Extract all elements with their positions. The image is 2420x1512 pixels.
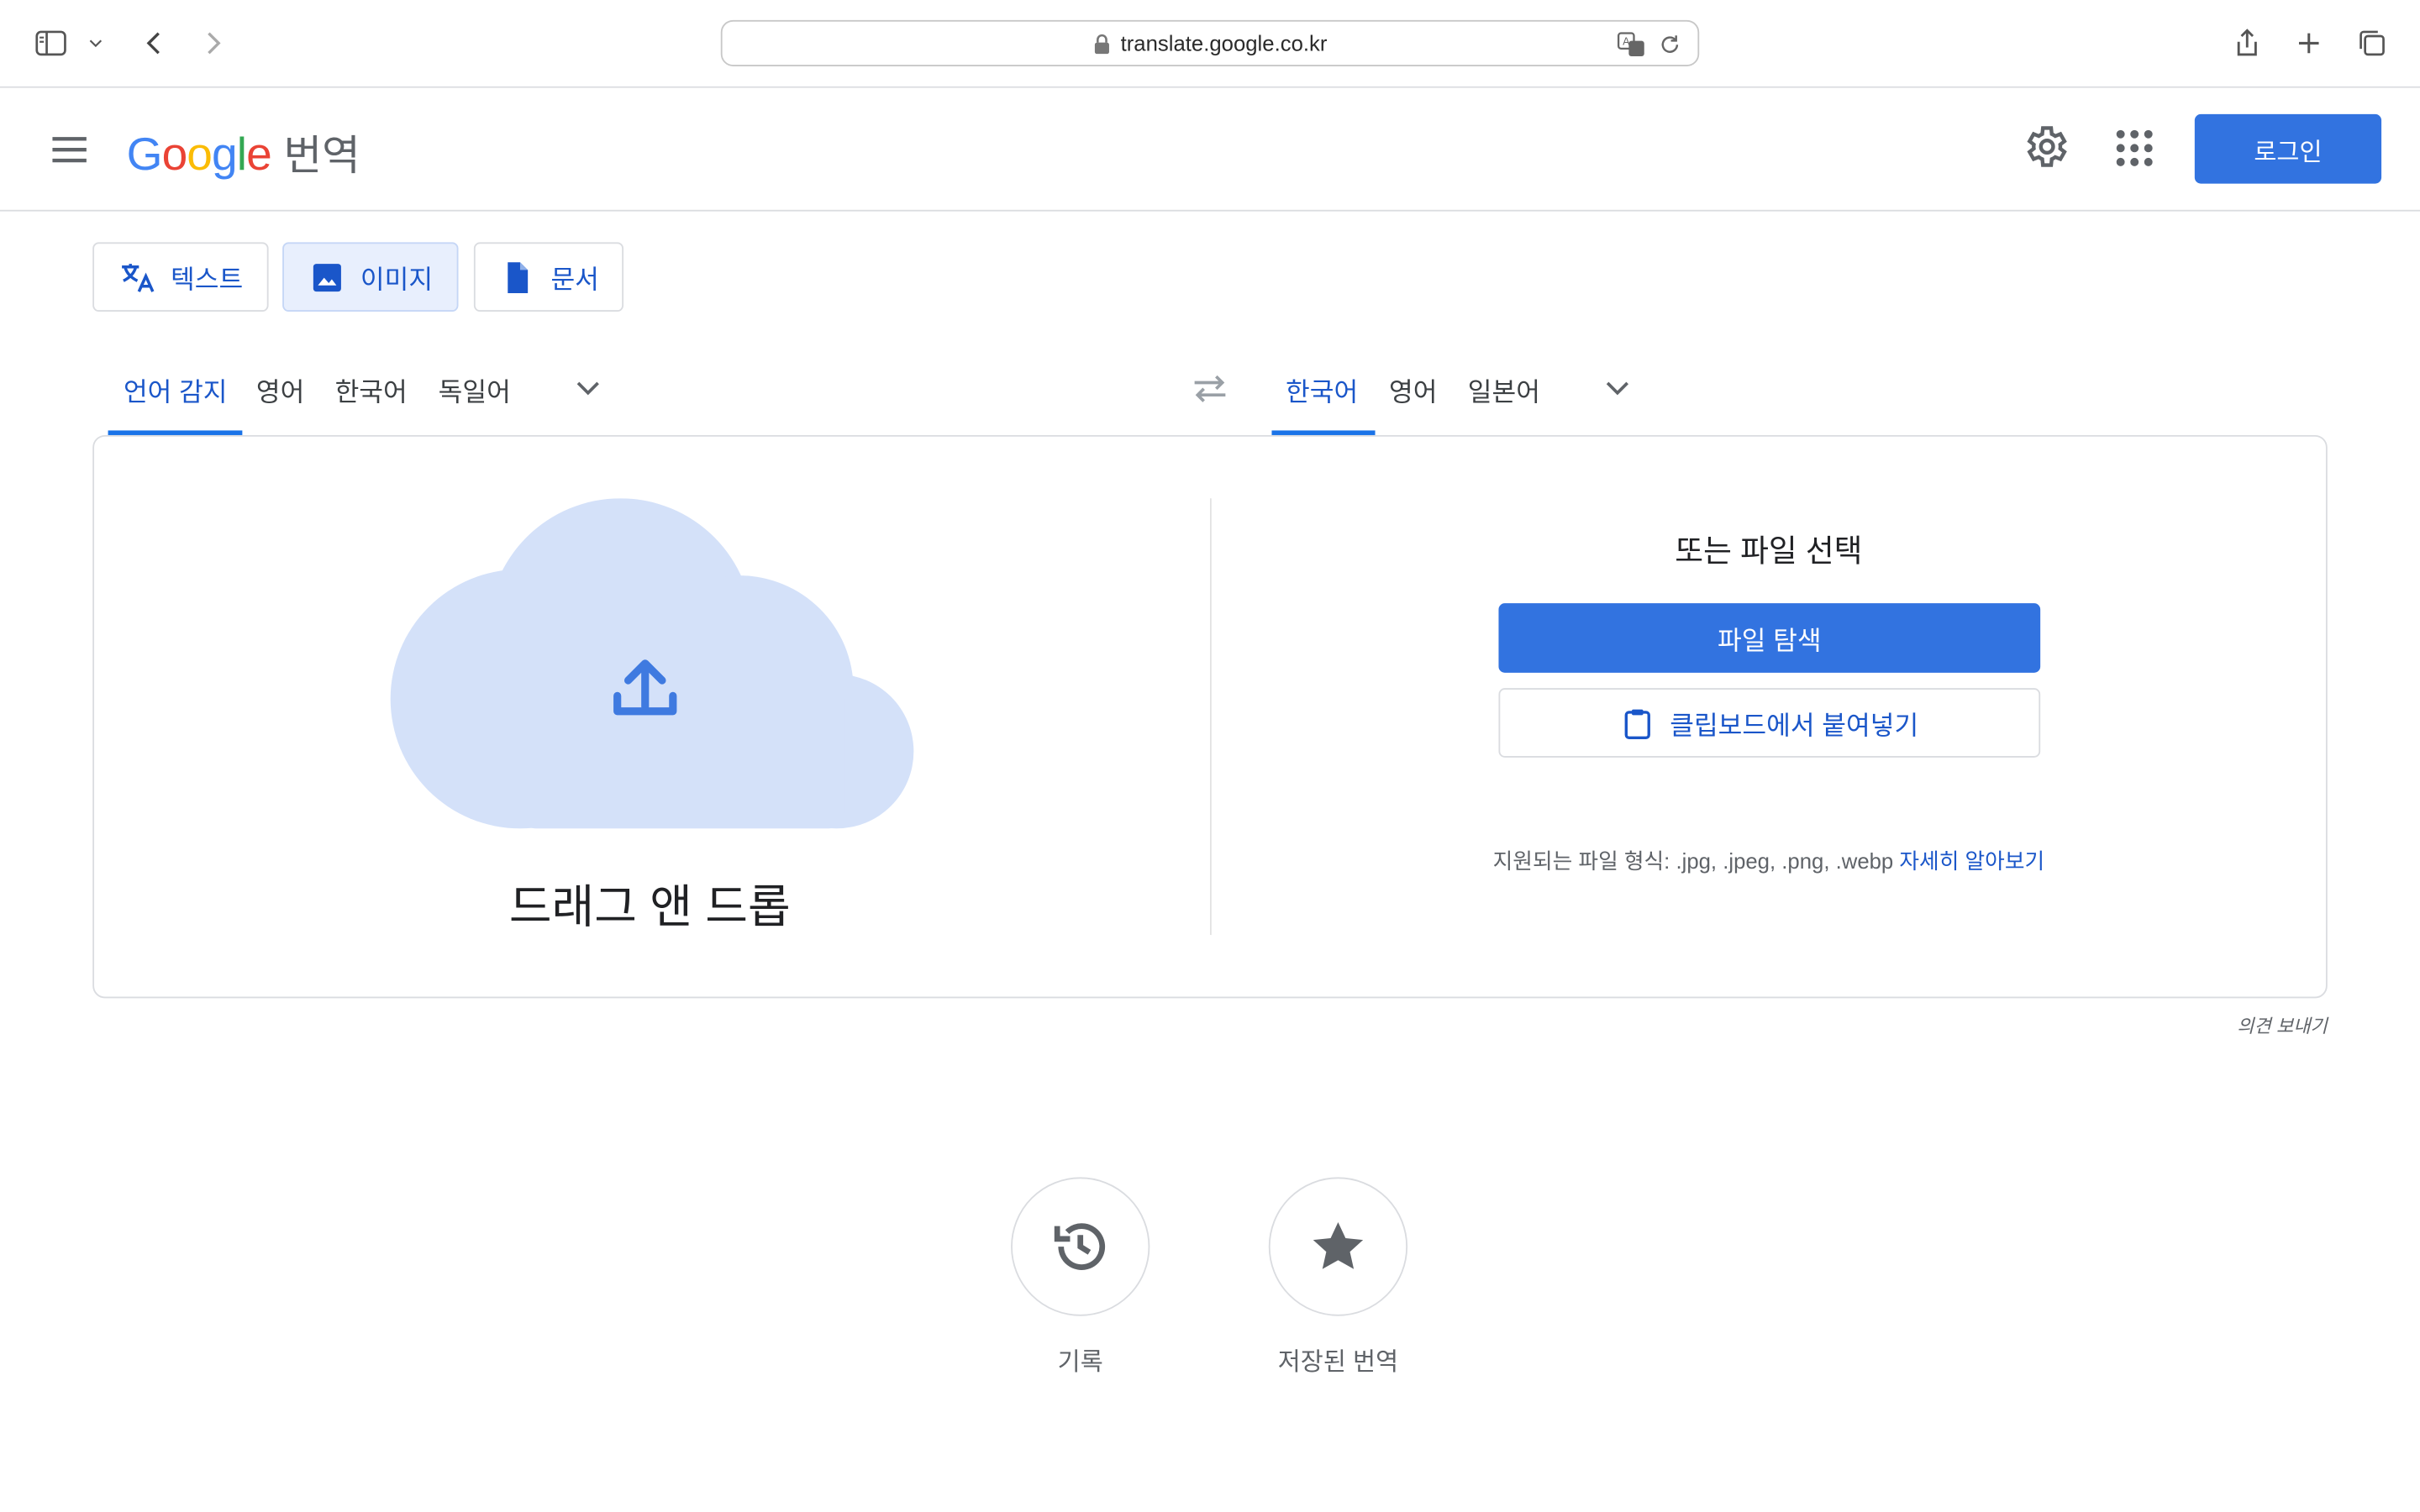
logo-product-name: 번역 — [283, 132, 360, 180]
forward-icon[interactable] — [194, 24, 231, 61]
clipboard-icon — [1624, 708, 1650, 739]
translate-icon — [121, 263, 154, 291]
back-icon[interactable] — [136, 24, 173, 61]
tab-document[interactable]: 문서 — [473, 242, 624, 312]
target-lang-more-chevron-icon[interactable] — [1601, 370, 1634, 404]
source-lang-korean[interactable]: 한국어 — [335, 370, 408, 435]
paste-from-clipboard-button[interactable]: 클립보드에서 붙여넣기 — [1498, 688, 2041, 758]
paste-label: 클립보드에서 붙여넣기 — [1670, 711, 1919, 741]
menu-icon[interactable] — [46, 127, 92, 173]
tab-document-label: 문서 — [550, 265, 599, 295]
source-lang-german[interactable]: 독일어 — [439, 370, 511, 435]
logo-letter: G — [126, 129, 163, 181]
translate-page-icon[interactable]: A — [1614, 29, 1648, 60]
history-label: 기록 — [1057, 1350, 1103, 1377]
history-button[interactable]: 기록 — [988, 1177, 1173, 1378]
chevron-down-icon[interactable] — [81, 24, 112, 61]
source-lang-detect[interactable]: 언어 감지 — [124, 370, 228, 435]
browser-toolbar: translate.google.co.kr A — [0, 0, 2420, 88]
app-header: Google 번역 로그인 — [0, 87, 2420, 212]
tab-text[interactable]: 텍스트 — [92, 242, 269, 312]
address-bar[interactable]: translate.google.co.kr A — [720, 19, 1700, 66]
learn-more-link[interactable]: 자세히 알아보기 — [1899, 848, 2044, 873]
logo-letter: l — [236, 129, 247, 181]
tab-image-label: 이미지 — [360, 265, 434, 295]
target-lang-english[interactable]: 영어 — [1389, 370, 1437, 435]
star-icon — [1313, 1222, 1364, 1269]
logo-letter: g — [212, 129, 238, 181]
saved-translations-label: 저장된 번역 — [1277, 1350, 1399, 1377]
tab-overview-icon[interactable] — [2354, 24, 2391, 61]
screen: translate.google.co.kr A Google 번역 로그인 텍… — [0, 0, 2420, 1512]
lock-icon — [1095, 33, 1110, 54]
image-upload-panel: 드래그 앤 드롭 또는 파일 선택 파일 탐색 클립보드에서 붙여넣기 지원되는… — [92, 434, 2328, 1000]
image-icon — [312, 263, 341, 291]
apps-grid-icon[interactable] — [2112, 125, 2158, 171]
tab-image[interactable]: 이미지 — [282, 242, 459, 312]
document-icon — [508, 261, 528, 293]
cloud-upload-icon — [390, 498, 914, 829]
tab-text-label: 텍스트 — [171, 265, 244, 295]
settings-icon[interactable] — [2020, 122, 2070, 171]
logo-letter: o — [161, 129, 188, 181]
logo-letter: o — [187, 129, 213, 181]
source-lang-more-chevron-icon[interactable] — [571, 370, 605, 404]
supported-formats-text: 지원되는 파일 형식: .jpg, .jpeg, .png, .webp — [1492, 848, 1894, 874]
sidebar-toggle-icon[interactable] — [33, 24, 70, 61]
google-translate-logo[interactable]: Google 번역 — [127, 122, 360, 182]
logo-letter: e — [246, 129, 272, 181]
swap-languages-icon[interactable] — [1190, 370, 1230, 407]
google-wordmark: Google — [126, 129, 272, 181]
panel-divider — [1210, 498, 1212, 936]
browse-files-button[interactable]: 파일 탐색 — [1498, 603, 2041, 673]
supported-formats: 지원되는 파일 형식: .jpg, .jpeg, .png, .webp 자세히… — [1491, 847, 2046, 876]
target-lang-korean[interactable]: 한국어 — [1286, 370, 1358, 435]
login-button[interactable]: 로그인 — [2194, 113, 2382, 184]
share-icon[interactable] — [2228, 24, 2265, 61]
saved-translations-button[interactable]: 저장된 번역 — [1245, 1177, 1430, 1378]
or-choose-file-text: 또는 파일 선택 — [1675, 535, 1863, 570]
new-tab-icon[interactable] — [2291, 24, 2328, 61]
url-text: translate.google.co.kr — [1120, 30, 1328, 56]
target-lang-japanese[interactable]: 일본어 — [1468, 370, 1540, 435]
send-feedback-link[interactable]: 의견 보내기 — [2130, 1012, 2328, 1038]
source-lang-english[interactable]: 영어 — [256, 370, 304, 435]
drop-zone[interactable]: 드래그 앤 드롭 — [94, 437, 1210, 1000]
drag-drop-text: 드래그 앤 드롭 — [508, 882, 791, 934]
history-icon — [1054, 1223, 1106, 1270]
reload-icon[interactable] — [1658, 33, 1682, 57]
svg-text:A: A — [1623, 35, 1630, 47]
